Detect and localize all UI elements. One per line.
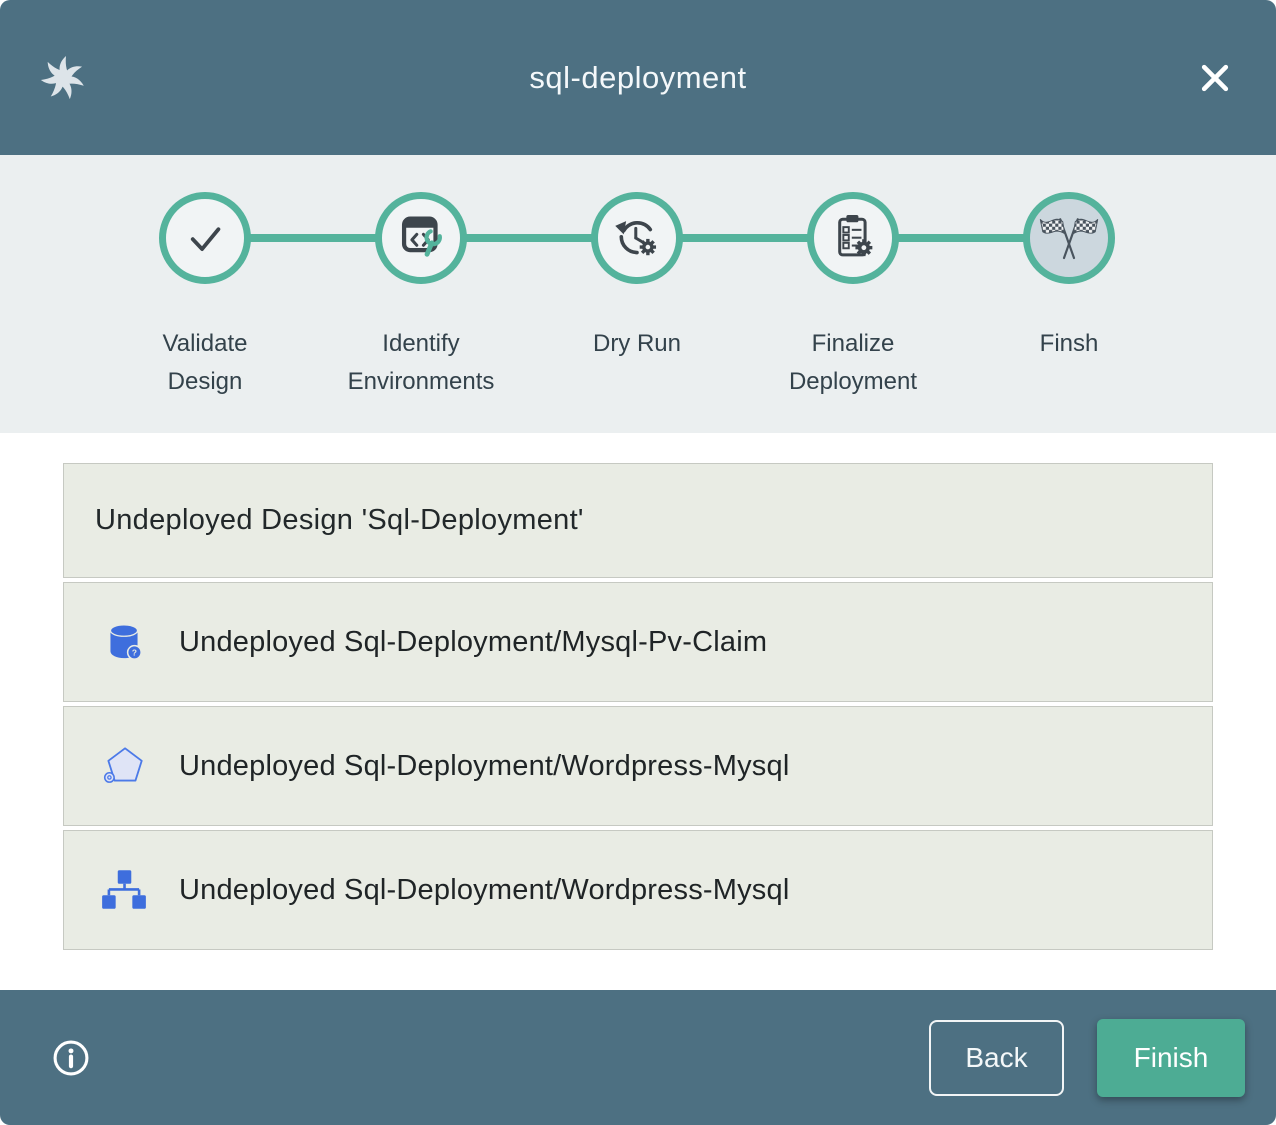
back-button[interactable]: Back (929, 1020, 1064, 1096)
results-content: Undeployed Design 'Sql-Deployment' ? Und… (0, 433, 1276, 990)
pentagon-icon (99, 741, 149, 791)
step-identify-environments[interactable] (375, 192, 467, 284)
clipboard-gear-icon (824, 209, 882, 267)
refresh-gear-icon (608, 209, 666, 267)
code-window-wrench-icon (392, 209, 450, 267)
step-label-dry-run: Dry Run (557, 325, 717, 363)
step-label-validate-design: Validate Design (125, 325, 285, 402)
svg-text:?: ? (132, 648, 137, 658)
database-icon: ? (99, 617, 149, 667)
checkered-flags-icon (1039, 208, 1099, 268)
step-label-identify-environments: Identify Environments (341, 325, 501, 402)
wizard-stepper: Validate Design Identify Environments Dr… (0, 155, 1276, 433)
sql-deployment-dialog: sql-deployment (0, 0, 1276, 1125)
check-icon (177, 210, 233, 266)
dialog-footer: Back Finish (0, 990, 1276, 1125)
dialog-header: sql-deployment (0, 0, 1276, 155)
row-text: Undeployed Sql-Deployment/Mysql-Pv-Claim (179, 626, 767, 659)
table-row: ? Undeployed Sql-Deployment/Mysql-Pv-Cla… (63, 582, 1213, 702)
table-row: Undeployed Sql-Deployment/Wordpress-Mysq… (63, 706, 1213, 826)
step-dry-run[interactable] (591, 192, 683, 284)
hierarchy-icon (99, 865, 149, 915)
table-row: Undeployed Sql-Deployment/Wordpress-Mysq… (63, 830, 1213, 950)
dialog-title: sql-deployment (0, 60, 1276, 96)
row-text: Undeployed Sql-Deployment/Wordpress-Mysq… (179, 874, 789, 907)
step-finalize-deployment[interactable] (807, 192, 899, 284)
finish-button[interactable]: Finish (1097, 1019, 1245, 1097)
panel-heading: Undeployed Design 'Sql-Deployment' (63, 463, 1213, 578)
step-finish[interactable] (1023, 192, 1115, 284)
info-icon[interactable] (51, 1038, 91, 1078)
step-validate-design[interactable] (159, 192, 251, 284)
close-icon[interactable] (1192, 55, 1238, 101)
step-label-finish: Finsh (989, 325, 1149, 363)
row-text: Undeployed Sql-Deployment/Wordpress-Mysq… (179, 750, 789, 783)
panel-heading-text: Undeployed Design 'Sql-Deployment' (95, 504, 584, 537)
step-label-finalize-deployment: Finalize Deployment (773, 325, 933, 402)
